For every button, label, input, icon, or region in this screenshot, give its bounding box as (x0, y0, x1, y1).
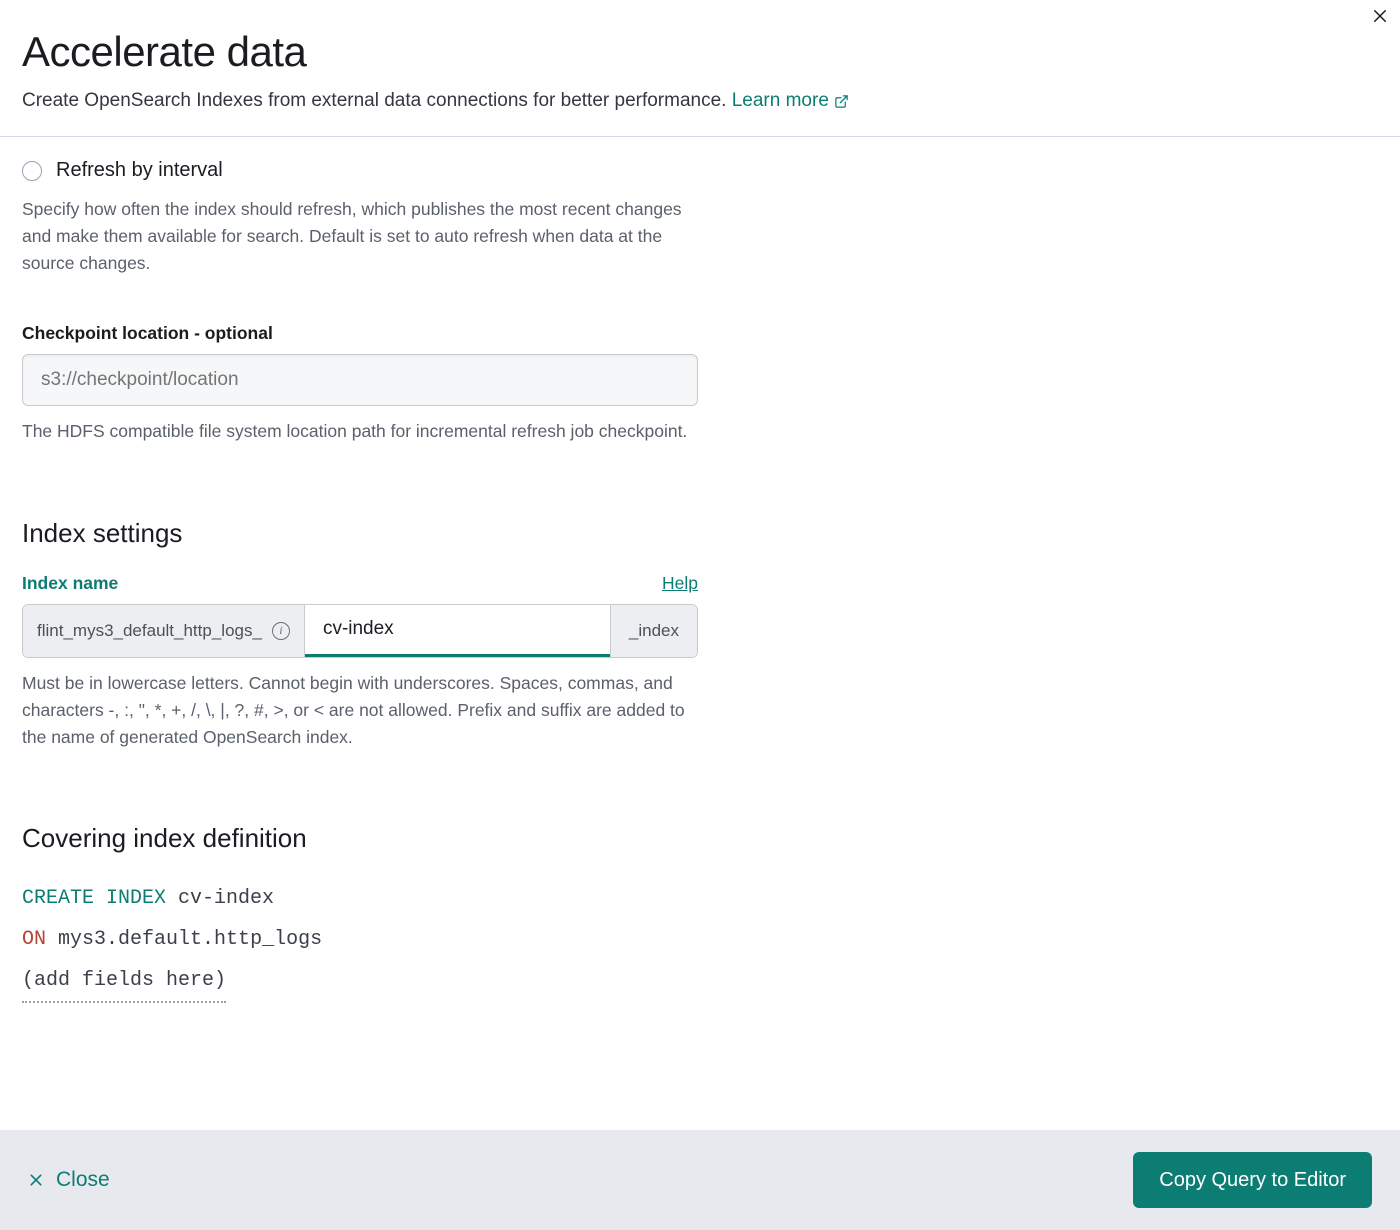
index-name-suffix: _index (610, 605, 697, 657)
external-link-icon (834, 94, 849, 109)
sql-create-keyword: CREATE INDEX (22, 887, 166, 910)
learn-more-link[interactable]: Learn more (732, 90, 849, 112)
close-icon (28, 1172, 44, 1188)
index-settings-heading: Index settings (22, 518, 698, 549)
refresh-by-interval-label: Refresh by interval (56, 159, 223, 182)
checkpoint-label: Checkpoint location - optional (22, 323, 698, 344)
page-header: Accelerate data Create OpenSearch Indexe… (0, 0, 1400, 137)
sql-on-keyword: ON (22, 928, 46, 951)
sql-index-name: cv-index (178, 887, 274, 910)
info-icon[interactable]: i (272, 622, 290, 640)
index-name-prefix: flint_mys3_default_http_logs_ i (23, 605, 305, 657)
close-button-label: Close (56, 1168, 110, 1192)
refresh-by-interval-option[interactable]: Refresh by interval (22, 159, 698, 182)
sql-fields-placeholder[interactable]: (add fields here) (22, 960, 226, 1003)
index-name-label: Index name (22, 573, 118, 594)
subtitle-text: Create OpenSearch Indexes from external … (22, 90, 732, 111)
learn-more-label: Learn more (732, 90, 829, 112)
page-subtitle: Create OpenSearch Indexes from external … (22, 90, 1378, 112)
close-button[interactable]: Close (28, 1168, 110, 1192)
index-name-field: flint_mys3_default_http_logs_ i _index (22, 604, 698, 658)
covering-index-heading: Covering index definition (22, 823, 698, 854)
copy-query-to-editor-button[interactable]: Copy Query to Editor (1133, 1152, 1372, 1208)
index-name-prefix-text: flint_mys3_default_http_logs_ (37, 621, 262, 641)
checkpoint-location-input[interactable] (22, 354, 698, 406)
covering-index-sql: CREATE INDEX cv-index ON mys3.default.ht… (22, 878, 698, 1003)
form-content: Refresh by interval Specify how often th… (0, 137, 720, 1025)
checkpoint-help: The HDFS compatible file system location… (22, 418, 698, 445)
index-name-input[interactable] (305, 605, 610, 657)
index-name-validation-help: Must be in lowercase letters. Cannot beg… (22, 670, 698, 751)
sql-table-name: mys3.default.http_logs (58, 928, 322, 951)
radio-unchecked-icon (22, 161, 42, 181)
page-title: Accelerate data (22, 28, 1378, 76)
refresh-description: Specify how often the index should refre… (22, 196, 698, 277)
index-name-help-link[interactable]: Help (662, 573, 698, 594)
dialog-footer: Close Copy Query to Editor (0, 1130, 1400, 1230)
index-name-label-row: Index name Help (22, 573, 698, 594)
